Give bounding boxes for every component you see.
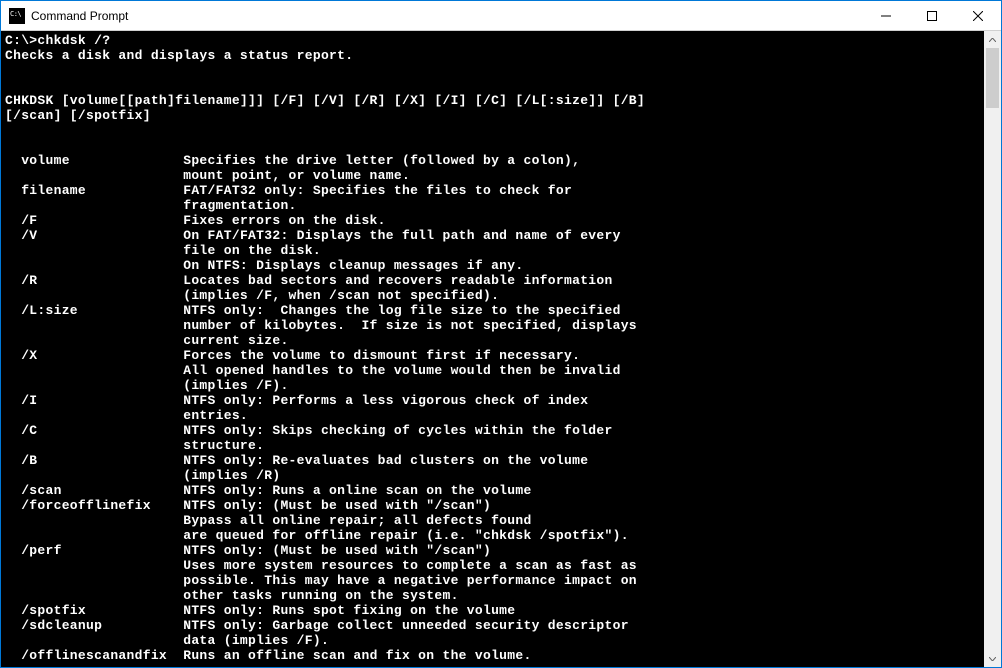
chevron-up-icon (989, 38, 996, 42)
opt-val: Runs an offline scan and fix on the volu… (167, 648, 532, 663)
chevron-down-icon (989, 657, 996, 661)
opt-val: NTFS only: Runs a online scan on the vol… (62, 483, 532, 498)
command-prompt-window: Command Prompt C:\>chkdsk /? Checks a di… (0, 0, 1002, 668)
minimize-icon (881, 11, 891, 21)
opt-val: NTFS only: (Must be used with "/scan") (62, 543, 491, 558)
opt-key: /R (5, 273, 37, 288)
command-text: chkdsk /? (37, 33, 110, 48)
opt-key: /L:size (5, 303, 78, 318)
close-button[interactable] (955, 1, 1001, 30)
opt-key: filename (5, 183, 86, 198)
client-area: C:\>chkdsk /? Checks a disk and displays… (1, 31, 1001, 667)
opt-val: Locates bad sectors and recovers readabl… (37, 273, 612, 288)
opt-val: On FAT/FAT32: Displays the full path and… (37, 228, 620, 243)
opt-val: number of kilobytes. If size is not spec… (5, 318, 637, 333)
opt-val: Specifies the drive letter (followed by … (70, 153, 580, 168)
opt-key: /spotfix (5, 603, 86, 618)
opt-val: (implies /F, when /scan not specified). (5, 288, 499, 303)
output-line: Checks a disk and displays a status repo… (5, 48, 353, 63)
opt-key: /C (5, 423, 37, 438)
opt-key: /sdcleanup (5, 618, 102, 633)
opt-val: FAT/FAT32 only: Specifies the files to c… (86, 183, 572, 198)
opt-key: /F (5, 213, 37, 228)
opt-key: /forceofflinefix (5, 498, 151, 513)
scrollbar-thumb[interactable] (986, 48, 999, 108)
opt-val: current size. (5, 333, 289, 348)
opt-val: Forces the volume to dismount first if n… (37, 348, 580, 363)
opt-val: entries. (5, 408, 248, 423)
opt-val: NTFS only: Garbage collect unneeded secu… (102, 618, 629, 633)
opt-key: /scan (5, 483, 62, 498)
opt-key: /perf (5, 543, 62, 558)
opt-val: mount point, or volume name. (5, 168, 410, 183)
opt-val: are queued for offline repair (i.e. "chk… (5, 528, 629, 543)
opt-val: Uses more system resources to complete a… (5, 558, 637, 573)
opt-val: Bypass all online repair; all defects fo… (5, 513, 532, 528)
opt-val: NTFS only: Changes the log file size to … (78, 303, 621, 318)
opt-val: All opened handles to the volume would t… (5, 363, 621, 378)
opt-val: NTFS only: (Must be used with "/scan") (151, 498, 491, 513)
window-controls (863, 1, 1001, 30)
opt-key: /X (5, 348, 37, 363)
opt-val: possible. This may have a negative perfo… (5, 573, 637, 588)
prompt: C:\> (5, 33, 37, 48)
output-line: CHKDSK [volume[[path]filename]]] [/F] [/… (5, 93, 645, 108)
vertical-scrollbar[interactable] (984, 31, 1001, 667)
opt-val: data (implies /F). (5, 633, 329, 648)
opt-val: Fixes errors on the disk. (37, 213, 385, 228)
window-title: Command Prompt (31, 9, 863, 23)
opt-key: /B (5, 453, 37, 468)
opt-val: NTFS only: Performs a less vigorous chec… (37, 393, 588, 408)
opt-val: file on the disk. (5, 243, 321, 258)
maximize-icon (927, 11, 937, 21)
opt-val: (implies /R) (5, 468, 280, 483)
minimize-button[interactable] (863, 1, 909, 30)
opt-val: structure. (5, 438, 264, 453)
close-icon (973, 11, 983, 21)
opt-key: volume (5, 153, 70, 168)
opt-val: fragmentation. (5, 198, 297, 213)
output-line: [/scan] [/spotfix] (5, 108, 151, 123)
opt-val: NTFS only: Runs spot fixing on the volum… (86, 603, 515, 618)
opt-key: /I (5, 393, 37, 408)
maximize-button[interactable] (909, 1, 955, 30)
opt-val: NTFS only: Re-evaluates bad clusters on … (37, 453, 588, 468)
scrollbar-track[interactable] (984, 48, 1001, 650)
scroll-down-button[interactable] (984, 650, 1001, 667)
opt-val: NTFS only: Skips checking of cycles with… (37, 423, 612, 438)
opt-key: /V (5, 228, 37, 243)
opt-val: (implies /F). (5, 378, 289, 393)
scroll-up-button[interactable] (984, 31, 1001, 48)
titlebar[interactable]: Command Prompt (1, 1, 1001, 31)
opt-val: other tasks running on the system. (5, 588, 459, 603)
cmd-icon (9, 8, 25, 24)
opt-val: On NTFS: Displays cleanup messages if an… (5, 258, 523, 273)
console-output[interactable]: C:\>chkdsk /? Checks a disk and displays… (1, 31, 984, 667)
opt-key: /offlinescanandfix (5, 648, 167, 663)
